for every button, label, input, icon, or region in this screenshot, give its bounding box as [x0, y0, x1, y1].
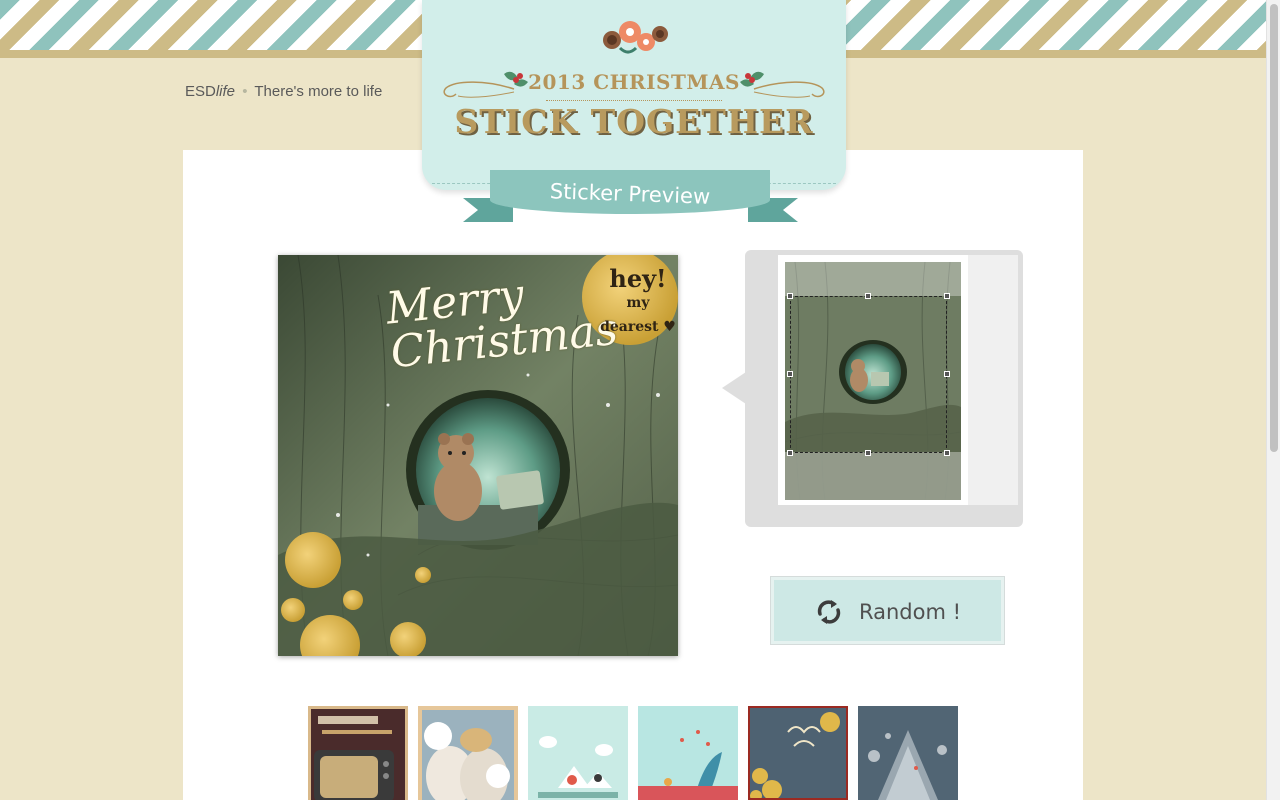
sticker-preview-box	[745, 250, 1023, 527]
scrollbar-thumb[interactable]	[1270, 4, 1278, 452]
thumbnail-merry-christmas[interactable]	[748, 706, 848, 800]
random-button[interactable]: Random !	[771, 577, 1004, 644]
brand-prefix: ESD	[185, 83, 216, 100]
crop-handle-n[interactable]	[865, 293, 871, 299]
crop-dim-top	[785, 262, 961, 296]
year-title: 2013 CHRISTMAS	[528, 70, 740, 94]
separator-dot: •	[242, 83, 248, 100]
site-tagline[interactable]: ESDlife • There's more to life	[185, 83, 382, 100]
brand-italic: life	[215, 83, 236, 100]
thumbnail-whale[interactable]	[638, 706, 738, 800]
ribbon-label: Sticker Preview	[549, 179, 711, 209]
crop-dim-bottom	[785, 452, 961, 500]
crop-handle-nw[interactable]	[787, 293, 793, 299]
crop-handle-sw[interactable]	[787, 450, 793, 456]
hey-text: hey!	[609, 264, 667, 293]
my-dearest-text: my dearest ♥	[600, 295, 676, 335]
crop-handle-ne[interactable]	[944, 293, 950, 299]
page-title: STICK TOGETHER	[454, 102, 814, 141]
thumbnail-birds[interactable]	[528, 706, 628, 800]
tagline-text: There's more to life	[254, 83, 383, 100]
preview-canvas	[778, 255, 1018, 505]
thumbnail-alpaca[interactable]	[418, 706, 518, 800]
hey-badge: hey! my dearest ♥	[596, 267, 678, 339]
crop-handle-se[interactable]	[944, 450, 950, 456]
sticker-artwork: Merry Christmas hey! my dearest ♥	[278, 255, 678, 656]
crop-handle-w[interactable]	[787, 371, 793, 377]
header-badge: 2013 CHRISTMAS STICK TOGETHER	[422, 0, 846, 190]
thumbnail-tree[interactable]	[858, 706, 958, 800]
crop-selection[interactable]	[787, 293, 950, 456]
preview-paper	[778, 255, 968, 505]
refresh-icon	[817, 600, 841, 624]
scrollbar[interactable]	[1266, 0, 1280, 800]
random-label: Random !	[859, 600, 962, 624]
title-underline	[546, 100, 722, 101]
sticker-preview-ribbon: Sticker Preview	[490, 170, 770, 214]
crop-handle-s[interactable]	[865, 450, 871, 456]
flowers-icon	[603, 21, 668, 54]
crop-handle-e[interactable]	[944, 371, 950, 377]
thumbnail-tv[interactable]	[308, 706, 408, 800]
